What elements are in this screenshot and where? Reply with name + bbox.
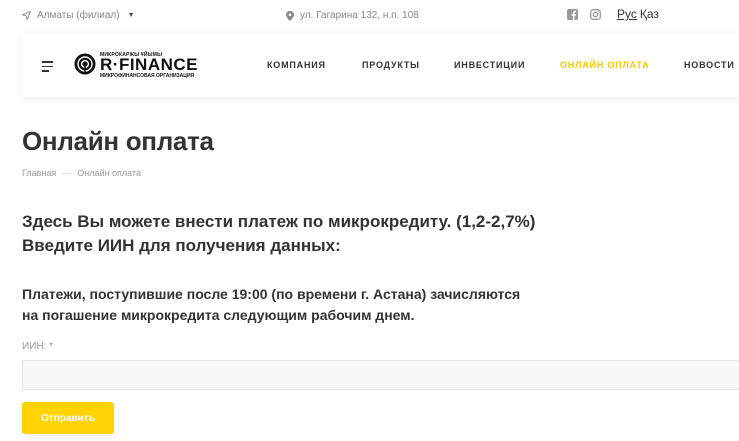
nav-item-investments[interactable]: ИНВЕСТИЦИИ <box>454 60 525 70</box>
page-title: Онлайн оплата <box>22 126 214 156</box>
intro-line-1: Здесь Вы можете внести платеж по микрокр… <box>22 212 536 231</box>
iin-input[interactable] <box>22 360 739 390</box>
top-bar: Алматы (филиал) ▼ ул. Гагарина 132, н.п.… <box>0 0 739 32</box>
breadcrumb-home[interactable]: Главная <box>22 168 56 178</box>
nav-item-news[interactable]: НОВОСТИ <box>684 60 735 70</box>
payment-intro: Здесь Вы можете внести платеж по микрокр… <box>22 210 535 258</box>
lang-ru[interactable]: Рус <box>617 7 637 21</box>
submit-button[interactable]: Отправить <box>22 402 114 434</box>
breadcrumb-separator: — <box>62 168 72 178</box>
address: ул. Гагарина 132, н.п. 108 <box>286 10 419 21</box>
address-text: ул. Гагарина 132, н.п. 108 <box>300 10 419 21</box>
note-line-2: на погашение микрокредита следующим рабо… <box>22 307 415 323</box>
payment-note: Платежи, поступившие после 19:00 (по вре… <box>22 284 520 326</box>
main-header: МИКРОКАРЖЫ ҰЙЫМЫ R·FINANCE МИКРОФИНАНСОВ… <box>22 33 739 97</box>
language-switcher: Рус Қаз <box>617 7 659 21</box>
breadcrumb-current: Онлайн оплата <box>77 168 141 178</box>
logo[interactable]: МИКРОКАРЖЫ ҰЙЫМЫ R·FINANCE МИКРОФИНАНСОВ… <box>74 51 198 81</box>
facebook-icon[interactable] <box>567 9 578 20</box>
logo-mark-icon <box>74 53 96 75</box>
social-links <box>567 9 601 20</box>
city-selector[interactable]: Алматы (филиал) ▼ <box>22 10 135 21</box>
nav-item-products[interactable]: ПРОДУКТЫ <box>362 60 420 70</box>
nav-item-online-payment[interactable]: ОНЛАЙН ОПЛАТА <box>560 60 649 70</box>
chevron-down-icon: ▼ <box>127 12 135 19</box>
city-label: Алматы (филиал) <box>37 10 120 21</box>
logo-name: R·FINANCE <box>100 55 198 74</box>
nav-item-company[interactable]: КОМПАНИЯ <box>267 60 326 70</box>
breadcrumb: Главная — Онлайн оплата <box>22 168 141 178</box>
iin-label: ИИН: * <box>22 341 54 352</box>
menu-icon[interactable] <box>42 61 53 72</box>
logo-sub-text: МИКРОФИНАНСОВАЯ ОРГАНИЗАЦИЯ <box>100 73 195 79</box>
instagram-icon[interactable] <box>590 9 601 20</box>
location-arrow-icon <box>22 11 31 20</box>
note-line-1: Платежи, поступившие после 19:00 (по вре… <box>22 286 521 302</box>
intro-line-2: Введите ИИН для получения данных: <box>22 236 341 255</box>
lang-kz[interactable]: Қаз <box>640 7 659 21</box>
map-pin-icon <box>286 10 294 21</box>
